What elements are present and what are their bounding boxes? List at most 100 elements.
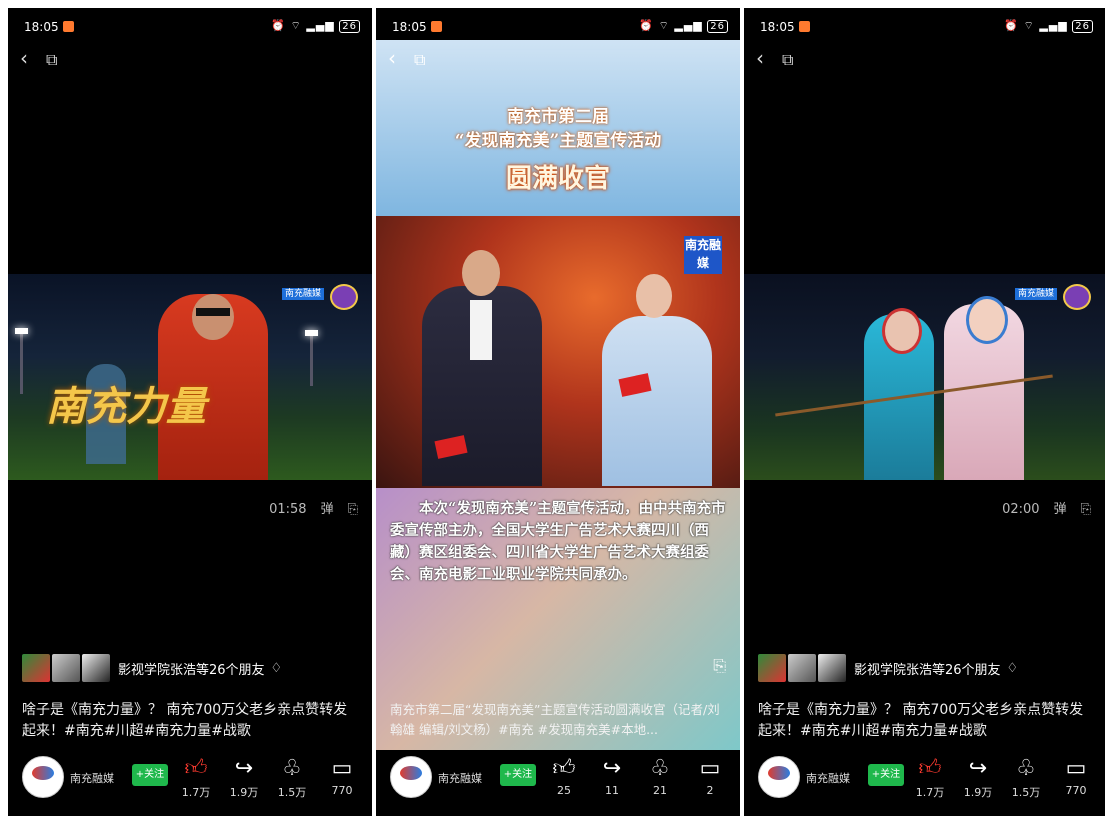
system-icons: ⏰ ⌔ ▂▄▆ 26 [639, 19, 728, 33]
share-icon: ↪ [602, 756, 622, 781]
notification-icon [430, 21, 442, 32]
battery-icon: 26 [707, 20, 728, 33]
account-avatar[interactable] [390, 756, 432, 798]
favorite-icon: ♧ [1016, 756, 1036, 781]
friends-row[interactable]: 影视学院张浩等26个朋友 ♢ [758, 654, 1095, 684]
danmaku-button[interactable]: 弹 [321, 502, 334, 517]
favorite-icon: ♧ [650, 756, 670, 781]
share-icon: ↪ [234, 756, 254, 781]
comment-count: 2 [706, 784, 714, 797]
pip-icon[interactable]: ⧉ [782, 50, 793, 69]
account-avatar[interactable] [758, 756, 800, 798]
danmaku-button[interactable]: 弹 [1054, 502, 1067, 517]
comment-button[interactable]: ▭ 770 [324, 756, 360, 797]
pip-icon[interactable]: ⧉ [46, 50, 57, 69]
follow-button[interactable]: +关注 [868, 764, 904, 786]
notification-icon [798, 21, 810, 32]
favorite-button[interactable]: ♧ 1.5万 [1008, 756, 1044, 800]
like-outline-icon: ♢ [1006, 660, 1019, 676]
friend-avatar [82, 654, 110, 682]
stage-photo[interactable]: 南充融媒 [376, 216, 740, 488]
video-duration: 02:00 [1002, 502, 1040, 517]
system-icons: ⏰ ⌔ ▂▄▆ 26 [271, 19, 360, 33]
account-name[interactable]: 南充融媒 [438, 770, 482, 786]
favorite-count: 1.5万 [277, 786, 307, 799]
opera-performer-pink [944, 296, 1024, 480]
phone-screen-1: 18:05 ⏰ ⌔ ▂▄▆ 26 ‹ ⧉ 南充力量 南充融媒 01:58 弹 ⎘ 影视… [8, 8, 372, 816]
like-button[interactable]: 👍︎ 1.7万 [178, 756, 214, 800]
share-button[interactable]: ↪ 1.9万 [960, 756, 996, 800]
bottom-action-bar: 南充融媒 +关注 👍︎ 25 ↪ 11 ♧ 21 ▭ 2 [376, 754, 740, 814]
stage-watermark: 南充融媒 [684, 236, 722, 274]
video-caption[interactable]: 啥子是《南充力量》？ 南充700万父老乡亲点赞转发起来！#南充#川超#南充力量#… [22, 700, 360, 742]
status-bar: 18:05 ⏰ ⌔ ▂▄▆ 26 [744, 8, 1105, 34]
time-row: 02:00 弹 ⎘ [988, 498, 1091, 517]
status-time: 18:05 [760, 20, 795, 34]
friend-avatar [788, 654, 816, 682]
video-caption[interactable]: 南充市第二届“发现南充美”主题宣传活动圆满收官（记者/刘翰雄 编辑/刘文杨）#南… [390, 700, 730, 740]
account-name[interactable]: 南充融媒 [70, 770, 114, 786]
video-duration: 01:58 [269, 502, 307, 517]
fullscreen-icon[interactable]: ⎘ [348, 502, 358, 517]
comment-button[interactable]: ▭ 2 [692, 756, 728, 797]
like-count: 1.7万 [181, 786, 211, 799]
account-name[interactable]: 南充融媒 [806, 770, 850, 786]
favorite-count: 1.5万 [1011, 786, 1041, 799]
like-count: 25 [557, 784, 571, 797]
pip-icon[interactable]: ⧉ [414, 50, 425, 69]
like-count: 1.7万 [915, 786, 945, 799]
share-button[interactable]: ↪ 1.9万 [226, 756, 262, 800]
share-count: 1.9万 [229, 786, 259, 799]
friend-avatar [22, 654, 50, 682]
account-avatar[interactable] [22, 756, 64, 798]
top-nav: ‹ ⧉ [388, 46, 443, 70]
stadium-light [15, 328, 28, 394]
thumbs-up-outline-icon: 👍︎ [552, 756, 576, 781]
fullscreen-icon[interactable]: ⎘ [713, 656, 726, 676]
system-icons: ⏰ ⌔ ▂▄▆ 26 [1004, 19, 1093, 33]
favorite-button[interactable]: ♧ 1.5万 [274, 756, 310, 800]
thumbs-up-icon: 👍︎ [918, 756, 942, 781]
share-icon: ↪ [968, 756, 988, 781]
like-outline-icon: ♢ [270, 660, 283, 676]
back-icon[interactable]: ‹ [756, 46, 764, 70]
female-host [602, 274, 712, 486]
like-button[interactable]: 👍︎ 1.7万 [912, 756, 948, 800]
video-title-overlay: 南充力量 [46, 383, 206, 430]
friends-text: 影视学院张浩等26个朋友 [118, 662, 265, 678]
follow-button[interactable]: +关注 [132, 764, 168, 786]
banner-line-3: 圆满收官 [505, 164, 610, 194]
comment-icon: ▭ [331, 756, 353, 781]
watermark-logo: 南充融媒 [1014, 288, 1057, 300]
bottom-action-bar: 南充融媒 +关注 👍︎ 1.7万 ↪ 1.9万 ♧ 1.5万 ▭ 770 [744, 754, 1105, 814]
status-bar: 18:05 ⏰ ⌔ ▂▄▆ 26 [8, 8, 372, 34]
friend-avatar [818, 654, 846, 682]
share-count: 11 [605, 784, 619, 797]
video-player[interactable]: 南充力量 南充融媒 [8, 274, 372, 480]
comment-count: 770 [1065, 784, 1087, 797]
badge-icon [1063, 284, 1091, 310]
battery-icon: 26 [1072, 20, 1093, 33]
top-nav: ‹ ⧉ [756, 46, 811, 70]
friends-text: 影视学院张浩等26个朋友 [854, 662, 1001, 678]
back-icon[interactable]: ‹ [20, 46, 28, 70]
time-row: 01:58 弹 ⎘ [255, 498, 358, 517]
comment-icon: ▭ [699, 756, 721, 781]
comment-count: 770 [331, 784, 353, 797]
fullscreen-icon[interactable]: ⎘ [1081, 502, 1091, 517]
video-caption[interactable]: 啥子是《南充力量》？ 南充700万父老乡亲点赞转发起来！#南充#川超#南充力量#… [758, 700, 1093, 742]
badge-icon [330, 284, 358, 310]
follow-button[interactable]: +关注 [500, 764, 536, 786]
friends-row[interactable]: 影视学院张浩等26个朋友 ♢ [22, 654, 362, 684]
share-count: 1.9万 [963, 786, 993, 799]
back-icon[interactable]: ‹ [388, 46, 396, 70]
share-button[interactable]: ↪ 11 [594, 756, 630, 797]
status-time: 18:05 [392, 20, 427, 34]
status-bar: 18:05 ⏰ ⌔ ▂▄▆ 26 [376, 8, 740, 34]
like-button[interactable]: 👍︎ 25 [546, 756, 582, 797]
comment-button[interactable]: ▭ 770 [1058, 756, 1094, 797]
friend-avatar [758, 654, 786, 682]
favorite-button[interactable]: ♧ 21 [642, 756, 678, 797]
comment-icon: ▭ [1065, 756, 1087, 781]
video-player[interactable]: 南充融媒 [744, 274, 1105, 480]
